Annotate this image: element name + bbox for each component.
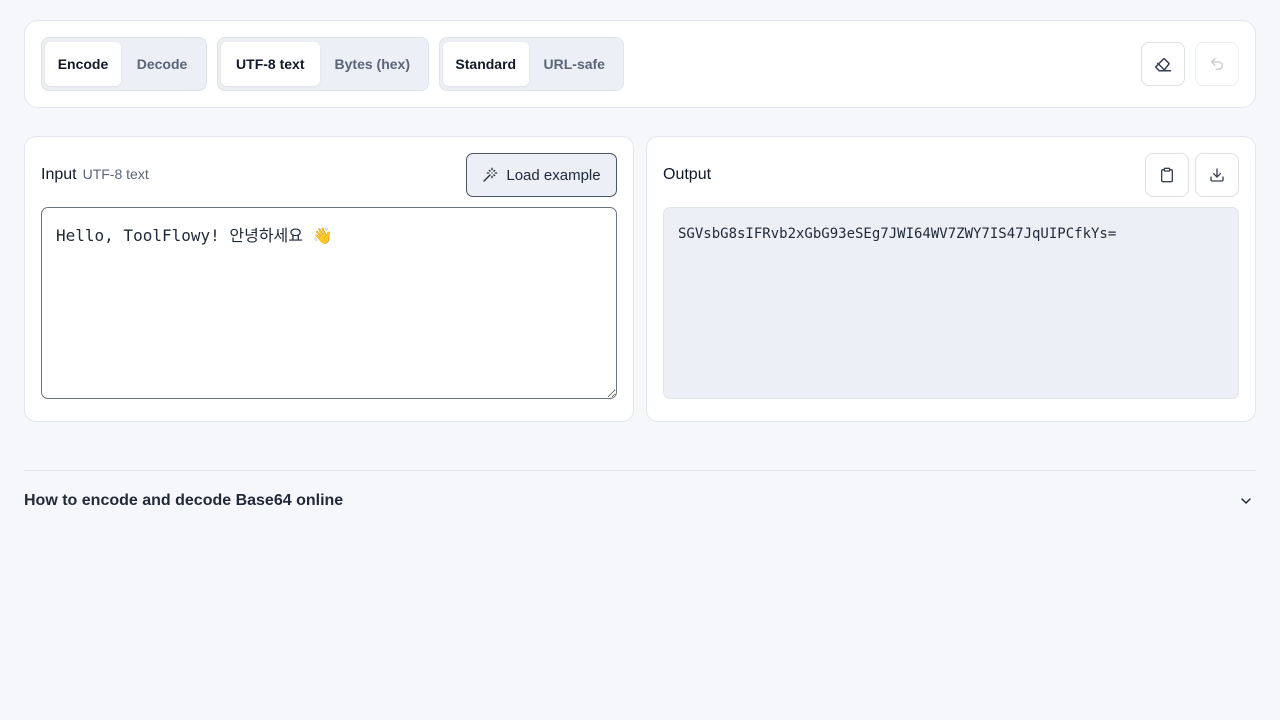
standard-tab[interactable]: Standard [443,42,529,86]
faq-accordion[interactable]: How to encode and decode Base64 online [24,488,1256,514]
url-safe-tab[interactable]: URL-safe [529,42,620,86]
output-panel: Output SGVsbG8sIFRvb2xGbG93eSEg7JWI64WV7… [646,136,1256,422]
output-box: SGVsbG8sIFRvb2xGbG93eSEg7JWI64WV7ZWY7IS4… [663,207,1239,399]
input-format-toggle: UTF-8 text Bytes (hex) [217,37,429,91]
magic-wand-icon [482,167,498,183]
utf8-text-tab[interactable]: UTF-8 text [221,42,320,86]
download-icon [1209,167,1225,183]
undo-button[interactable] [1195,42,1239,86]
faq-title: How to encode and decode Base64 online [24,492,344,509]
copy-button[interactable] [1145,153,1189,197]
input-textarea[interactable] [41,207,617,399]
load-example-button[interactable]: Load example [466,153,617,197]
mode-toggle: Encode Decode [41,37,207,91]
decode-tab[interactable]: Decode [121,42,203,86]
download-button[interactable] [1195,153,1239,197]
output-title: Output [663,166,712,183]
encode-tab[interactable]: Encode [45,42,121,86]
chevron-down-icon [1238,493,1254,509]
load-example-label: Load example [506,166,601,184]
variant-toggle: Standard URL-safe [439,37,624,91]
clear-button[interactable] [1141,42,1185,86]
eraser-icon [1154,55,1172,73]
input-title: Input [41,166,77,183]
bytes-hex-tab[interactable]: Bytes (hex) [320,42,425,86]
input-panel: Input UTF-8 text Load example [24,136,634,422]
clipboard-icon [1159,167,1175,183]
input-panel-header: Input UTF-8 text [41,166,149,184]
input-subtitle: UTF-8 text [82,166,149,182]
undo-icon [1209,56,1225,72]
options-toolbar: Encode Decode UTF-8 text Bytes (hex) Sta… [24,20,1256,108]
section-divider [24,470,1256,471]
